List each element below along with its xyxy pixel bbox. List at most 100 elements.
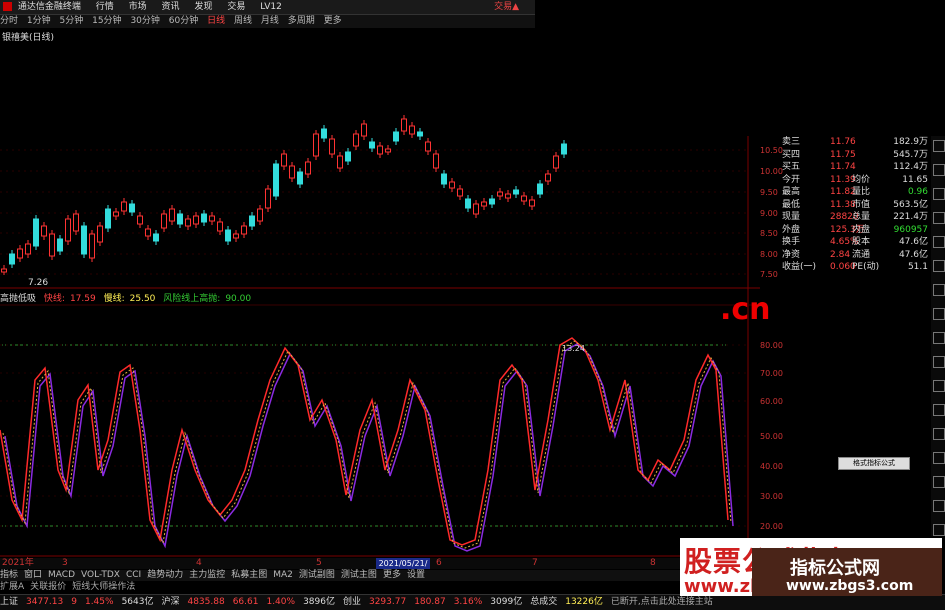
status-chg: 66.61 [232, 597, 259, 607]
indicator-name[interactable]: 高抛低吸 [0, 294, 36, 304]
status-value: 3477.13 [26, 597, 64, 607]
candle-body [505, 193, 511, 199]
quote-l1: 外盘 [782, 224, 801, 235]
signal-dotted-line [2, 340, 732, 549]
indicator-tab[interactable]: 指标 [0, 570, 18, 581]
toolbar-icon[interactable] [933, 452, 945, 464]
toolbar-icon[interactable] [933, 476, 945, 488]
candle-body [121, 201, 127, 212]
quote-l1: 现量 [782, 212, 801, 222]
candle-body [129, 203, 135, 213]
indicator-axis-label: 60.00 [760, 397, 783, 406]
indicator-tab[interactable]: 私募主图 [231, 570, 267, 581]
quote-l2: 总量 [852, 212, 871, 222]
toolbar-icon[interactable] [933, 380, 945, 392]
toolbar-icon[interactable] [933, 404, 945, 416]
indicator-tab[interactable]: 主力监控 [189, 570, 225, 581]
status-label[interactable]: 创业 [343, 595, 361, 610]
toolbar-icon[interactable] [933, 524, 945, 536]
candle-body [337, 155, 343, 169]
status-label[interactable]: 上证 [0, 595, 18, 610]
quote-v2: 182.9万 [893, 137, 928, 147]
toolbar-icon[interactable] [933, 260, 945, 272]
toolbar-icon[interactable] [933, 164, 945, 176]
toolbar-icon[interactable] [933, 236, 945, 248]
status-amt: 3896亿 [303, 597, 335, 607]
indicator-tabs: 指标 窗口 MACD VOL-TDX CCI 趋势动力 主力监控 私募主图 MA2 测试副图 测试主… [0, 570, 680, 581]
toolbar-icon[interactable] [933, 428, 945, 440]
candle-body [537, 183, 543, 195]
quote-v2: 545.7万 [893, 149, 928, 160]
quote-l2: 市值 [852, 199, 871, 210]
candle-body [433, 153, 439, 169]
indicator-axis-label: 30.00 [760, 492, 783, 501]
status-label[interactable]: 沪深 [161, 595, 179, 610]
indicator-tab[interactable]: VOL-TDX [81, 570, 120, 581]
status-note[interactable]: 已断开,点击此处连接主站 [611, 595, 713, 610]
indicator-tab[interactable]: 更多 [383, 570, 401, 581]
candle-body [545, 173, 551, 182]
fast-label: 快线: [43, 294, 65, 304]
toolbar-icon[interactable] [933, 500, 945, 512]
toolbar-icon[interactable] [933, 308, 945, 320]
candle-body [153, 233, 159, 242]
candle-body [161, 213, 167, 229]
candle-body [137, 215, 143, 225]
date-axis-label: 7 [532, 558, 538, 568]
quote-v2: 47.6亿 [898, 249, 928, 260]
status-chg: 9 [71, 597, 77, 607]
candle-body [481, 201, 487, 207]
toolbar-icon[interactable] [933, 140, 945, 152]
indicator-tab[interactable]: 趋势动力 [147, 570, 183, 581]
candle-body [473, 203, 479, 215]
status-total-value: 13226亿 [565, 597, 603, 607]
indicator-tab[interactable]: 窗口 [24, 570, 42, 581]
candle-body [49, 233, 55, 257]
candle-body [81, 225, 87, 255]
formula-button[interactable]: 格式指标公式 [838, 457, 910, 470]
candle-body [177, 213, 183, 225]
date-axis-label: 6 [436, 558, 442, 568]
candle-body [417, 131, 423, 137]
candlestick-series [1, 115, 567, 275]
candle-body [529, 199, 535, 207]
indicator-tab[interactable]: 设置 [407, 570, 425, 581]
indicator-tab[interactable]: 测试副图 [299, 570, 335, 581]
candle-body [465, 198, 471, 209]
extension-tab[interactable]: 扩展A [0, 582, 24, 593]
watermark-badge-url: www.zbgs3.com [786, 578, 914, 594]
quote-l1: 买五 [782, 162, 801, 172]
status-pct: 1.45% [84, 597, 114, 607]
indicator-tab[interactable]: CCI [126, 570, 141, 581]
date-cursor-label: 2021/05/21/五 [376, 558, 430, 579]
toolbar-icon[interactable] [933, 188, 945, 200]
candle-body [489, 198, 495, 205]
toolbar-icon[interactable] [933, 332, 945, 344]
indicator-tab[interactable]: MA2 [273, 570, 293, 581]
slow-line [4, 343, 734, 552]
toolbar-icon[interactable] [933, 356, 945, 368]
quote-v1: 11.75 [830, 149, 856, 160]
candle-body [25, 243, 31, 255]
candle-body [297, 171, 303, 185]
candle-body [209, 215, 215, 222]
candle-body [305, 161, 311, 175]
indicator-tab[interactable]: MACD [48, 570, 75, 581]
extension-tab[interactable]: 关联报价 [30, 582, 66, 593]
indicator-axis-label: 20.00 [760, 522, 783, 531]
peak-label: 13.24 [562, 344, 585, 353]
signal-value: 90.00 [225, 294, 252, 304]
extension-tab[interactable]: 短线大师操作法 [72, 582, 135, 593]
chart-canvas[interactable]: 10.5010.009.509.008.508.007.5080.0070.00… [0, 0, 945, 609]
indicator-tab[interactable]: 测试主图 [341, 570, 377, 581]
date-axis-label: 8 [650, 558, 656, 568]
toolbar-icon[interactable] [933, 212, 945, 224]
candle-body [57, 238, 63, 252]
candle-body [113, 211, 119, 217]
fast-value: 17.59 [69, 294, 96, 304]
candle-body [89, 233, 95, 259]
status-chg: 180.87 [414, 597, 446, 607]
toolbar-icon[interactable] [933, 284, 945, 296]
quote-l1: 最高 [782, 187, 801, 197]
quote-l1: 换手 [782, 237, 801, 247]
